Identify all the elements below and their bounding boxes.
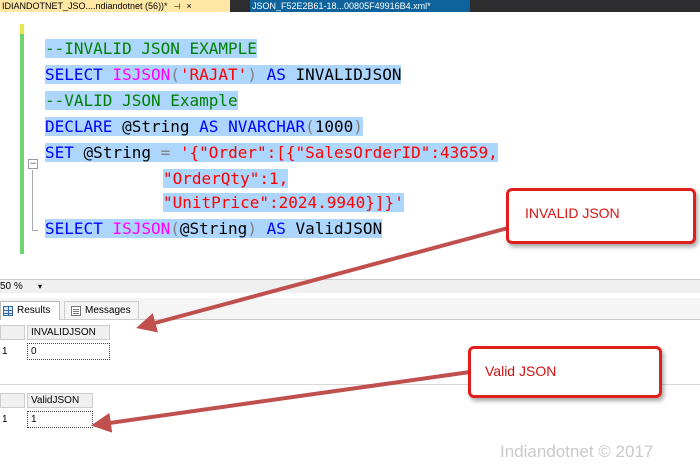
grid-corner	[0, 325, 25, 340]
outline-guide	[32, 170, 33, 230]
outline-guide-end	[32, 230, 38, 231]
tab-query-label: IDIANDOTNET_JSO....ndiandotnet (56))*	[2, 1, 168, 11]
code-paren: (	[305, 117, 315, 136]
tab-messages-label: Messages	[85, 305, 131, 316]
code-line-1: --INVALID JSON EXAMPLE	[45, 38, 257, 60]
code-line-3: --VALID JSON Example	[45, 90, 238, 112]
tab-query-active[interactable]: IDIANDOTNET_JSO....ndiandotnet (56))* ⊣ ×	[0, 0, 230, 12]
code-line-7: "UnitPrice":2024.9940}]}'	[163, 192, 404, 214]
results-tab-bar: Results Messages	[0, 298, 700, 320]
callout-invalid-label: INVALID JSON	[525, 205, 620, 221]
zoom-level[interactable]: 50 %	[0, 280, 23, 293]
grid-cell-invalidjson[interactable]: 0	[27, 343, 110, 360]
watermark-text: Indiandotnet © 2017	[500, 442, 654, 461]
code-paren: (	[170, 65, 180, 84]
callout-valid-label: Valid JSON	[485, 363, 557, 379]
column-header-validjson[interactable]: ValidJSON	[27, 393, 93, 408]
code-comment: --VALID JSON Example	[45, 91, 238, 110]
code-keyword: SELECT	[45, 219, 103, 238]
code-paren: )	[247, 219, 257, 238]
tab-results[interactable]: Results	[0, 301, 60, 320]
code-string: "UnitPrice":2024.9940}]}'	[163, 193, 404, 212]
grid-cell-validjson[interactable]: 1	[27, 411, 93, 428]
result-grid-1: INVALIDJSON 1 0	[0, 325, 130, 365]
close-icon[interactable]: ×	[187, 0, 192, 12]
code-keyword: SELECT	[45, 65, 103, 84]
unsaved-change-marker	[20, 24, 24, 34]
tab-xml-result[interactable]: JSON_F52E2B61-18...00805F49916B4.xml*	[250, 0, 470, 12]
document-tab-bar: IDIANDOTNET_JSO....ndiandotnet (56))* ⊣ × …	[0, 0, 700, 12]
code-identifier: ValidJSON	[295, 219, 383, 238]
row-number: 1	[2, 414, 8, 425]
code-string: "OrderQty":1,	[163, 169, 289, 188]
code-number: 1000	[314, 117, 354, 136]
code-variable: @String	[179, 219, 248, 238]
grid-corner	[0, 393, 25, 408]
messages-icon	[71, 306, 81, 316]
row-number: 1	[2, 346, 8, 357]
callout-invalid-json: INVALID JSON	[506, 188, 696, 244]
pin-icon[interactable]: ⊣	[174, 1, 181, 12]
grid-icon	[3, 306, 13, 316]
chevron-down-icon[interactable]: ▾	[38, 280, 42, 293]
code-line-8: SELECT ISJSON(@String) AS ValidJSON	[45, 218, 383, 240]
code-line-4: DECLARE @String AS NVARCHAR(1000)	[45, 116, 363, 138]
callout-valid-json: Valid JSON	[468, 346, 662, 398]
collapse-toggle-icon[interactable]: −	[28, 159, 38, 169]
code-variable: @String	[83, 143, 151, 162]
code-keyword: AS	[266, 219, 286, 238]
result-grid-2: ValidJSON 1 1	[0, 393, 130, 433]
code-type: NVARCHAR	[228, 117, 306, 136]
code-function: ISJSON	[112, 65, 171, 84]
code-paren: )	[353, 117, 363, 136]
tab-xml-label: JSON_F52E2B61-18...00805F49916B4.xml*	[252, 1, 431, 11]
code-line-5: SET @String = '{"Order":[{"SalesOrderID"…	[45, 142, 498, 164]
tab-results-label: Results	[17, 305, 51, 316]
column-header-invalidjson[interactable]: INVALIDJSON	[27, 325, 110, 340]
code-keyword: SET	[45, 143, 74, 162]
code-variable: @String	[122, 117, 190, 136]
change-tracking-bar	[20, 24, 24, 254]
tab-messages[interactable]: Messages	[64, 301, 139, 320]
code-function: ISJSON	[112, 219, 171, 238]
code-operator: =	[160, 143, 171, 162]
zoom-bar: 50 % ▾	[0, 279, 700, 293]
code-paren: (	[170, 219, 180, 238]
code-string: '{"Order":[{"SalesOrderID":43659,	[179, 143, 498, 162]
code-line-2: SELECT ISJSON('RAJAT') AS INVALIDJSON	[45, 64, 402, 86]
arrow-valid-json	[91, 370, 471, 433]
code-keyword: AS	[266, 65, 286, 84]
code-keyword: DECLARE	[45, 117, 113, 136]
code-paren: )	[247, 65, 257, 84]
code-keyword: AS	[199, 117, 219, 136]
code-comment: --INVALID JSON EXAMPLE	[45, 39, 257, 58]
code-string: 'RAJAT'	[179, 65, 248, 84]
code-line-6: "OrderQty":1,	[163, 168, 289, 190]
code-identifier: INVALIDJSON	[295, 65, 402, 84]
